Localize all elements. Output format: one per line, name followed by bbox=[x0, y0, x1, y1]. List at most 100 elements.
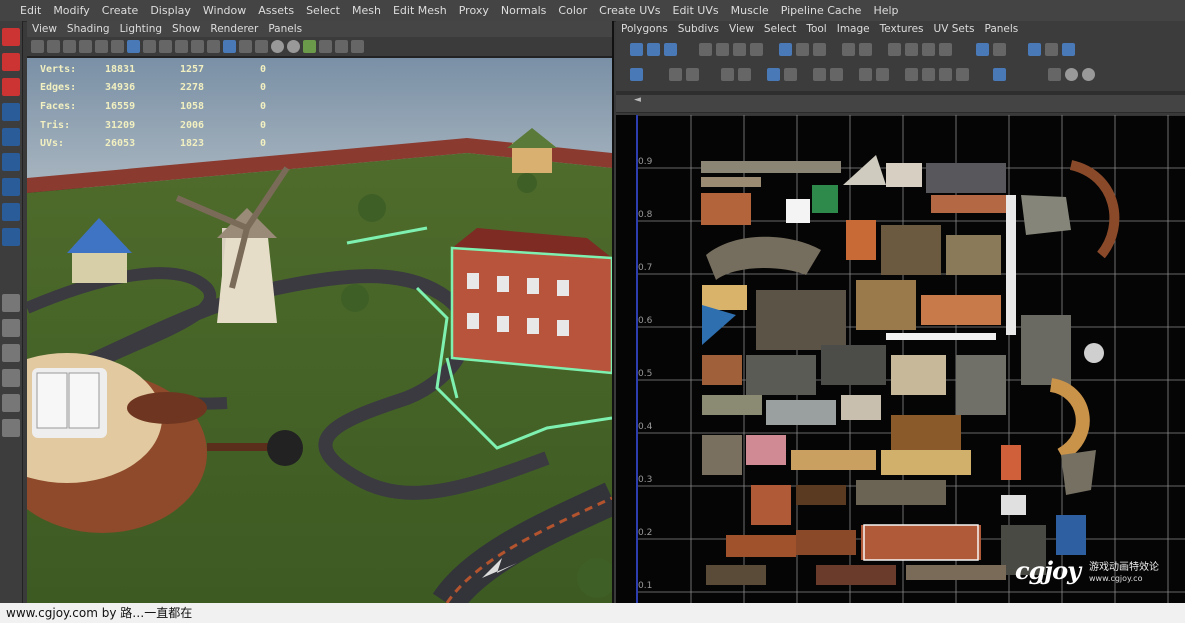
vp-menu-lighting[interactable]: Lighting bbox=[115, 23, 167, 35]
safe-action-icon[interactable] bbox=[175, 40, 188, 53]
menu-help[interactable]: Help bbox=[867, 4, 904, 17]
select-tool-icon[interactable] bbox=[2, 28, 20, 46]
paint-select-tool-icon[interactable] bbox=[2, 78, 20, 96]
uv-menu-polygons[interactable]: Polygons bbox=[616, 23, 673, 35]
uv-unitize-icon[interactable] bbox=[738, 68, 751, 81]
vp-menu-panels[interactable]: Panels bbox=[263, 23, 307, 35]
uv-menu-textures[interactable]: Textures bbox=[875, 23, 929, 35]
uv-canvas[interactable]: 0.9 0.8 0.7 0.6 0.5 0.4 0.3 0.2 0.1 bbox=[616, 115, 1185, 603]
shadows-icon[interactable] bbox=[287, 40, 300, 53]
scale-tool-icon[interactable] bbox=[2, 153, 20, 171]
show-manipulator-icon[interactable] bbox=[2, 228, 20, 246]
layout-side-icon[interactable] bbox=[2, 344, 20, 362]
uv-straighten-icon[interactable] bbox=[686, 68, 699, 81]
wireframe-icon[interactable] bbox=[207, 40, 220, 53]
menu-modify[interactable]: Modify bbox=[47, 4, 95, 17]
bookmark-icon[interactable] bbox=[63, 40, 76, 53]
perspective-viewport[interactable]: View Shading Lighting Show Renderer Pane… bbox=[27, 21, 614, 603]
uv-texture-borders-icon[interactable] bbox=[876, 68, 889, 81]
uv-menu-panels[interactable]: Panels bbox=[979, 23, 1023, 35]
isolate-select-icon[interactable] bbox=[303, 40, 316, 53]
uv-cut-icon[interactable] bbox=[779, 43, 792, 56]
resolution-gate-icon[interactable] bbox=[127, 40, 140, 53]
uv-menu-subdivs[interactable]: Subdivs bbox=[673, 23, 724, 35]
vp-menu-show[interactable]: Show bbox=[167, 23, 205, 35]
layout-graph-icon[interactable] bbox=[2, 419, 20, 437]
uv-menu-uv-sets[interactable]: UV Sets bbox=[929, 23, 980, 35]
layout-outliner-icon[interactable] bbox=[2, 394, 20, 412]
menu-mesh[interactable]: Mesh bbox=[346, 4, 387, 17]
uv-smudge-icon[interactable] bbox=[664, 43, 677, 56]
scroll-left-arrow-icon[interactable]: ◄ bbox=[634, 95, 641, 105]
safe-title-icon[interactable] bbox=[191, 40, 204, 53]
uv-align-max-v-icon[interactable] bbox=[939, 43, 952, 56]
layout-stack-icon[interactable] bbox=[2, 369, 20, 387]
menu-create-uvs[interactable]: Create UVs bbox=[593, 4, 666, 17]
uv-align-min-v-icon[interactable] bbox=[922, 43, 935, 56]
uv-editor-scroll-header[interactable]: ◄ bbox=[616, 95, 1185, 113]
xray-joints-icon[interactable] bbox=[335, 40, 348, 53]
film-gate-icon[interactable] bbox=[111, 40, 124, 53]
uv-layout-icon[interactable] bbox=[842, 43, 855, 56]
uv-relax-icon[interactable] bbox=[630, 68, 643, 81]
uv-flip-u-icon[interactable] bbox=[699, 43, 712, 56]
uv-color-channels-icon[interactable] bbox=[1065, 68, 1078, 81]
uv-convert-edge-icon[interactable] bbox=[813, 68, 826, 81]
uv-dim-image-icon[interactable] bbox=[1062, 43, 1075, 56]
grid-icon[interactable] bbox=[95, 40, 108, 53]
uv-unfold-icon[interactable] bbox=[669, 68, 682, 81]
uv-checker-icon[interactable] bbox=[993, 43, 1006, 56]
uv-menu-view[interactable]: View bbox=[724, 23, 759, 35]
menu-edit-uvs[interactable]: Edit UVs bbox=[667, 4, 725, 17]
smooth-shade-icon[interactable] bbox=[223, 40, 236, 53]
xray-icon[interactable] bbox=[319, 40, 332, 53]
uv-move-sew-icon[interactable] bbox=[813, 43, 826, 56]
image-plane-icon[interactable] bbox=[79, 40, 92, 53]
menu-pipeline-cache[interactable]: Pipeline Cache bbox=[775, 4, 868, 17]
uv-rotate-cw-icon[interactable] bbox=[750, 43, 763, 56]
menu-edit[interactable]: Edit bbox=[14, 4, 47, 17]
uv-select-shell-icon[interactable] bbox=[767, 68, 780, 81]
uv-isolate-icon[interactable] bbox=[905, 68, 918, 81]
uv-image-display-icon[interactable] bbox=[976, 43, 989, 56]
uv-grid-display-icon[interactable] bbox=[1028, 43, 1041, 56]
uv-convert-face-icon[interactable] bbox=[830, 68, 843, 81]
uv-menu-image[interactable]: Image bbox=[832, 23, 875, 35]
uv-sew-icon[interactable] bbox=[796, 43, 809, 56]
uv-menu-tool[interactable]: Tool bbox=[801, 23, 831, 35]
field-chart-icon[interactable] bbox=[159, 40, 172, 53]
menu-color[interactable]: Color bbox=[552, 4, 593, 17]
uv-grid-icon[interactable] bbox=[859, 43, 872, 56]
vp-menu-view[interactable]: View bbox=[27, 23, 62, 35]
soft-mod-tool-icon[interactable] bbox=[2, 203, 20, 221]
uv-lattice-icon[interactable] bbox=[630, 43, 643, 56]
uv-align-max-u-icon[interactable] bbox=[905, 43, 918, 56]
uv-toggle-filtered-icon[interactable] bbox=[993, 68, 1006, 81]
move-tool-icon[interactable] bbox=[2, 103, 20, 121]
menu-normals[interactable]: Normals bbox=[495, 4, 553, 17]
uv-move-icon[interactable] bbox=[647, 43, 660, 56]
menu-muscle[interactable]: Muscle bbox=[725, 4, 775, 17]
uv-alpha-channel-icon[interactable] bbox=[1082, 68, 1095, 81]
lasso-tool-icon[interactable] bbox=[2, 53, 20, 71]
camera-attributes-icon[interactable] bbox=[47, 40, 60, 53]
menu-assets[interactable]: Assets bbox=[252, 4, 300, 17]
rotate-tool-icon[interactable] bbox=[2, 128, 20, 146]
layout-four-icon[interactable] bbox=[2, 319, 20, 337]
vp-menu-shading[interactable]: Shading bbox=[62, 23, 115, 35]
textured-icon[interactable] bbox=[255, 40, 268, 53]
menu-select[interactable]: Select bbox=[300, 4, 346, 17]
menu-window[interactable]: Window bbox=[197, 4, 252, 17]
select-camera-icon[interactable] bbox=[31, 40, 44, 53]
menu-edit-mesh[interactable]: Edit Mesh bbox=[387, 4, 453, 17]
uv-rotate-ccw-icon[interactable] bbox=[733, 43, 746, 56]
uv-display-rgb-icon[interactable] bbox=[1048, 68, 1061, 81]
manipulator-tool-icon[interactable] bbox=[2, 178, 20, 196]
layout-single-icon[interactable] bbox=[2, 294, 20, 312]
lights-icon[interactable] bbox=[271, 40, 284, 53]
gate-mask-icon[interactable] bbox=[143, 40, 156, 53]
xray-active-icon[interactable] bbox=[351, 40, 364, 53]
menu-display[interactable]: Display bbox=[144, 4, 197, 17]
uv-remove-isolate-icon[interactable] bbox=[939, 68, 952, 81]
uv-update-psd-icon[interactable] bbox=[956, 68, 969, 81]
